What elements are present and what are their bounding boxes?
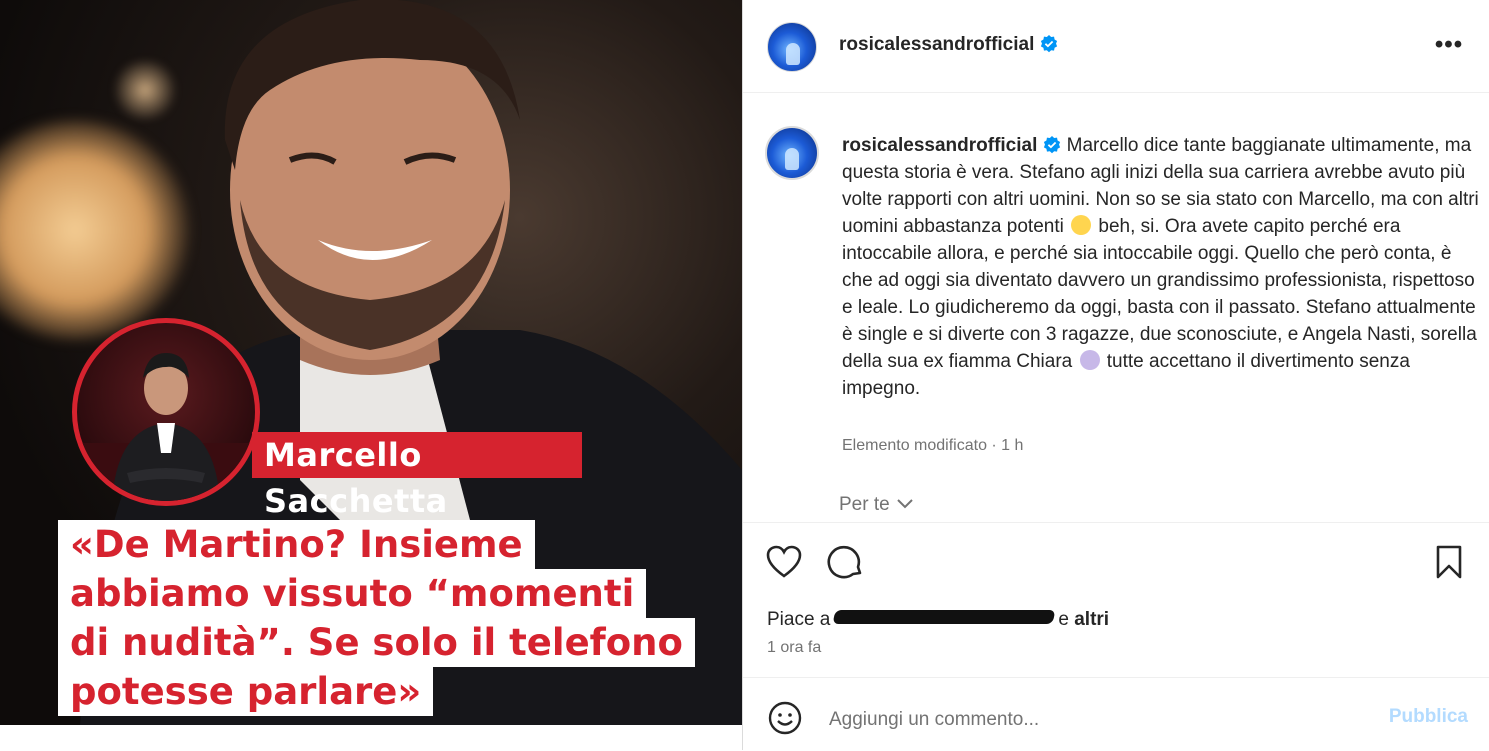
quote-line: potesse parlare» xyxy=(58,667,434,716)
edited-timestamp: Elemento modificato · 1 h xyxy=(842,437,1024,454)
emoji-picker-icon[interactable] xyxy=(767,700,803,736)
comment-icon[interactable] xyxy=(827,543,865,581)
comment-bar: Pubblica xyxy=(743,677,1489,751)
caption-part-2: beh, si. Ora avete capito perché era int… xyxy=(842,216,1477,372)
bookmark-icon[interactable] xyxy=(1430,543,1468,581)
publish-button[interactable]: Pubblica xyxy=(1389,706,1468,728)
inset-portrait xyxy=(72,318,260,506)
chevron-down-icon xyxy=(896,499,913,509)
caption-username[interactable]: rosicalessandrofficial xyxy=(842,135,1037,156)
ghost-emoji-icon xyxy=(1079,350,1100,370)
post-image[interactable]: Marcello Sacchetta «De Martino? Insieme … xyxy=(0,0,742,725)
post-header: rosicalessandrofficial ••• xyxy=(743,0,1489,93)
avatar[interactable] xyxy=(767,22,817,72)
post-time: 1 ora fa xyxy=(767,639,822,656)
caption-text: rosicalessandrofficial Marcello dice tan… xyxy=(842,132,1482,402)
name-banner: Marcello Sacchetta xyxy=(252,432,582,520)
verified-badge-icon xyxy=(1041,35,1058,53)
quote-line: di nudità”. Se solo il telefono xyxy=(58,618,695,667)
post-actions: Piace ae altri 1 ora fa xyxy=(743,522,1489,678)
verified-badge-icon xyxy=(1044,136,1061,154)
header-username[interactable]: rosicalessandrofficial xyxy=(839,34,1058,56)
quote-block: «De Martino? Insieme abbiamo vissuto “mo… xyxy=(58,520,695,716)
more-options-icon[interactable]: ••• xyxy=(1434,30,1464,60)
heart-icon[interactable] xyxy=(765,543,803,581)
likes-summary[interactable]: Piace ae altri xyxy=(767,609,1109,631)
heart-hands-emoji-icon xyxy=(1071,215,1092,235)
redacted-username xyxy=(832,610,1056,624)
post-side-panel: rosicalessandrofficial ••• rosicalessand… xyxy=(742,0,1489,750)
caption-area: rosicalessandrofficial Marcello dice tan… xyxy=(743,92,1489,522)
quote-line: «De Martino? Insieme xyxy=(58,520,535,569)
avatar[interactable] xyxy=(765,126,819,180)
comment-input[interactable] xyxy=(827,704,1351,736)
quote-line: abbiamo vissuto “momenti xyxy=(58,569,647,618)
per-te-toggle[interactable]: Per te xyxy=(839,494,914,516)
